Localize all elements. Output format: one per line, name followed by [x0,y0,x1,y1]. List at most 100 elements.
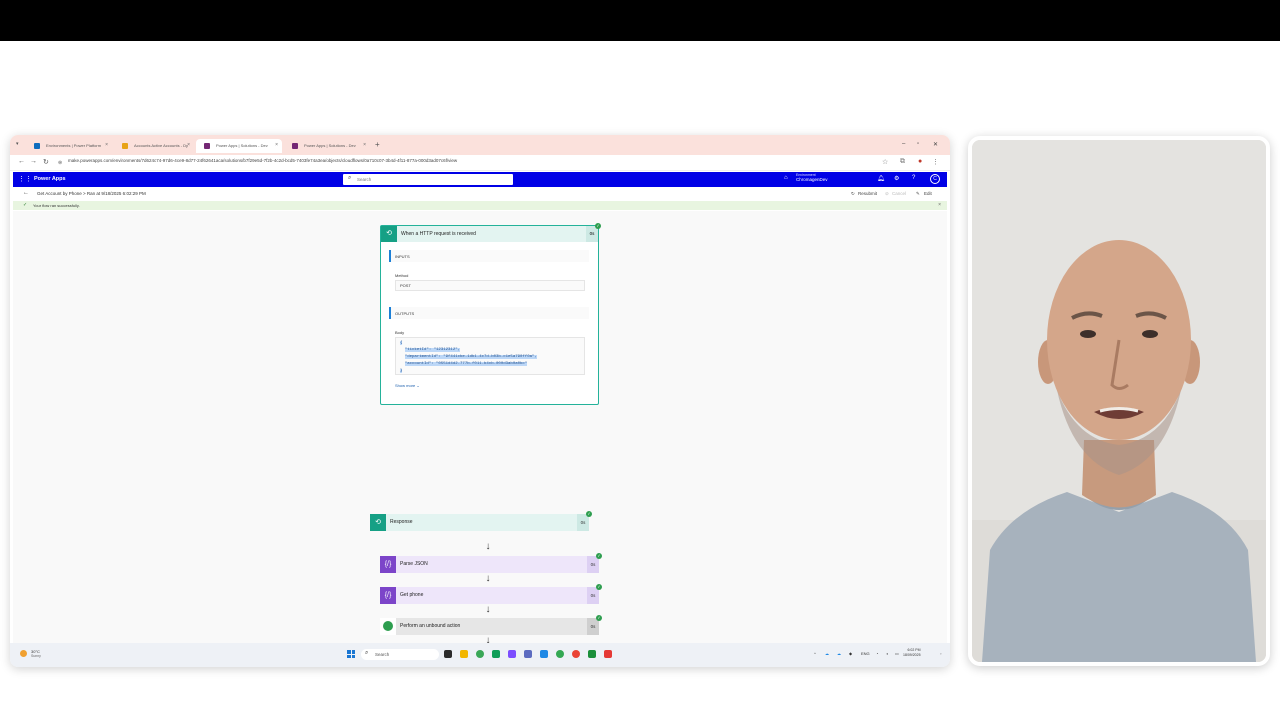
browser-window: ▾ Environments | Power Platform × Accoun… [10,135,950,667]
task-view-icon[interactable] [444,650,452,658]
json-line: "departmentId": "9f441cbe-1db1-4c7d-b03b… [404,355,537,359]
close-tab-icon[interactable]: × [105,142,108,148]
taskbar-clock[interactable]: 6:02 PM 18/09/2025 [903,648,921,658]
close-window-icon[interactable]: ✕ [933,141,938,148]
step-perform-unbound-action[interactable]: Perform an unbound action 0s ✓ [380,615,602,635]
reload-icon[interactable]: ↻ [43,158,49,166]
cancel-icon: ⊘ [885,191,889,196]
cloud-icon[interactable]: ☁ [837,651,841,656]
body-json-value[interactable]: { "ticketId": "12312312", "departmentId"… [395,337,585,375]
close-tab-icon[interactable]: × [363,142,366,148]
taskbar-search-input[interactable]: ⌕ Search [361,649,439,660]
volume-icon[interactable]: ◖ [886,651,888,656]
inputs-section-title: INPUTS [389,250,589,262]
tray-app-icon[interactable]: ◆ [849,651,852,656]
close-tab-icon[interactable]: × [275,142,278,148]
method-label: Method [395,273,409,278]
tab-environments[interactable]: Environments | Power Platform × [26,139,112,153]
success-check-icon: ✓ [596,553,602,559]
resubmit-icon: ↻ [851,191,855,196]
step-name: Get phone [400,592,424,598]
weather-sun-icon [20,650,27,657]
step-name: Perform an unbound action [400,623,461,629]
site-info-icon[interactable]: ⊜ [58,160,62,166]
extensions-icon[interactable]: ⧉ [900,158,905,166]
step-get-phone[interactable]: {/} Get phone 0s ✓ [380,584,602,604]
outputs-section-title: OUTPUTS [389,307,589,319]
tab-power-apps[interactable]: Power Apps | Solutions - Dev × [284,139,370,153]
search-input[interactable]: ⌕ Search [343,174,513,185]
back-icon[interactable]: ← [18,158,25,165]
cancel-button[interactable]: Cancel [892,191,906,196]
show-more-label: Show more [395,383,416,388]
app-title[interactable]: Power Apps [34,176,66,182]
step-parse-json[interactable]: {/} Parse JSON 0s ✓ [380,553,602,573]
notifications-icon[interactable]: 🔔︎ [877,175,885,182]
dismiss-banner-icon[interactable]: × [938,202,941,208]
flow-arrow: ↓ [485,541,491,552]
data-operation-icon: {/} [380,556,396,573]
wifi-icon[interactable]: ◔ [876,651,878,656]
environment-picker[interactable]: Environment ChromagenDev [796,173,828,182]
chevron-down-icon: ⌄ [416,383,420,388]
vscode-icon[interactable] [540,650,548,658]
help-icon[interactable]: ? [912,175,915,181]
tab-power-apps-active[interactable]: Power Apps | Solutions - Dev × [196,139,282,153]
url-field[interactable]: make.powerapps.com/environments/7d624c74… [68,158,457,163]
tab-list-icon[interactable]: ▾ [16,141,19,147]
taskbar-search-placeholder: Search [375,652,390,657]
edit-button[interactable]: Edit [924,191,932,196]
tray-overflow-icon[interactable]: ^ [814,651,816,656]
app-launcher-icon[interactable]: ⋮⋮ [18,175,32,183]
chrome-profile-icon[interactable] [556,650,564,658]
tab-label: Power Apps | Solutions - Dev [304,143,356,148]
close-tab-icon[interactable]: × [187,142,190,148]
file-explorer-icon[interactable] [460,650,468,658]
notification-center-icon[interactable]: ▫ [940,651,941,656]
search-icon: ⌕ [348,175,352,181]
environment-label: Environment [796,173,816,177]
success-check-icon: ✓ [586,511,592,517]
json-line: "accountId": "0551d4d2-777b-f011-b4cb-00… [404,362,528,366]
windows-start-icon[interactable] [347,650,355,658]
success-message: Your flow ran successfully. [33,203,80,208]
clock-date: 18/09/2025 [903,653,921,657]
tab-accounts[interactable]: Accounts Active Accounts - Dy × [114,139,194,153]
tab-label: Environments | Power Platform [46,143,102,148]
app-icon[interactable] [524,650,532,658]
trigger-card-header[interactable]: ⟲ When a HTTP request is received 0s [381,226,598,242]
profile-icon[interactable]: ● [918,158,922,165]
success-check-icon: ✓ [596,584,602,590]
tab-favicon-icon [122,143,128,149]
resubmit-button[interactable]: Resubmit [858,191,877,196]
visual-studio-icon[interactable] [508,650,516,658]
app-icon[interactable] [604,650,612,658]
browser-menu-icon[interactable]: ⋮ [932,158,939,166]
environment-name: ChromagenDev [796,177,828,182]
show-more-link[interactable]: Show more ⌄ [395,383,420,388]
avatar[interactable]: C [930,174,940,184]
step-name: Response [390,519,413,525]
minimize-icon[interactable]: – [902,141,905,147]
trigger-card-expanded[interactable]: ⟲ When a HTTP request is received 0s ✓ I… [380,223,601,405]
app-icon[interactable] [492,650,500,658]
settings-icon[interactable]: ⚙ [894,175,899,182]
dataverse-icon [380,618,396,635]
back-arrow-icon[interactable]: ← [23,190,29,196]
step-response[interactable]: ⟲ Response 0s ✓ [370,511,592,531]
json-line: "ticketId": "12312312", [404,348,461,352]
restore-icon[interactable]: ▫ [917,141,919,147]
excel-icon[interactable] [588,650,596,658]
power-apps-header: ⋮⋮ Power Apps ⌕ Search ⌂ Environment Chr… [13,172,947,187]
battery-icon[interactable]: ▭ [895,651,899,656]
onedrive-icon[interactable]: ☁ [825,651,829,656]
forward-icon[interactable]: → [30,158,37,165]
app-icon[interactable] [572,650,580,658]
chrome-icon[interactable] [476,650,484,658]
language-indicator[interactable]: ENG [861,651,870,656]
data-operation-icon: {/} [380,587,396,604]
new-tab-icon[interactable]: + [375,140,380,149]
run-title: Get Account by Phone > Ran at 9/18/2025 … [37,191,146,196]
bookmark-star-icon[interactable]: ☆ [882,158,888,166]
flow-arrow: ↓ [485,604,491,615]
